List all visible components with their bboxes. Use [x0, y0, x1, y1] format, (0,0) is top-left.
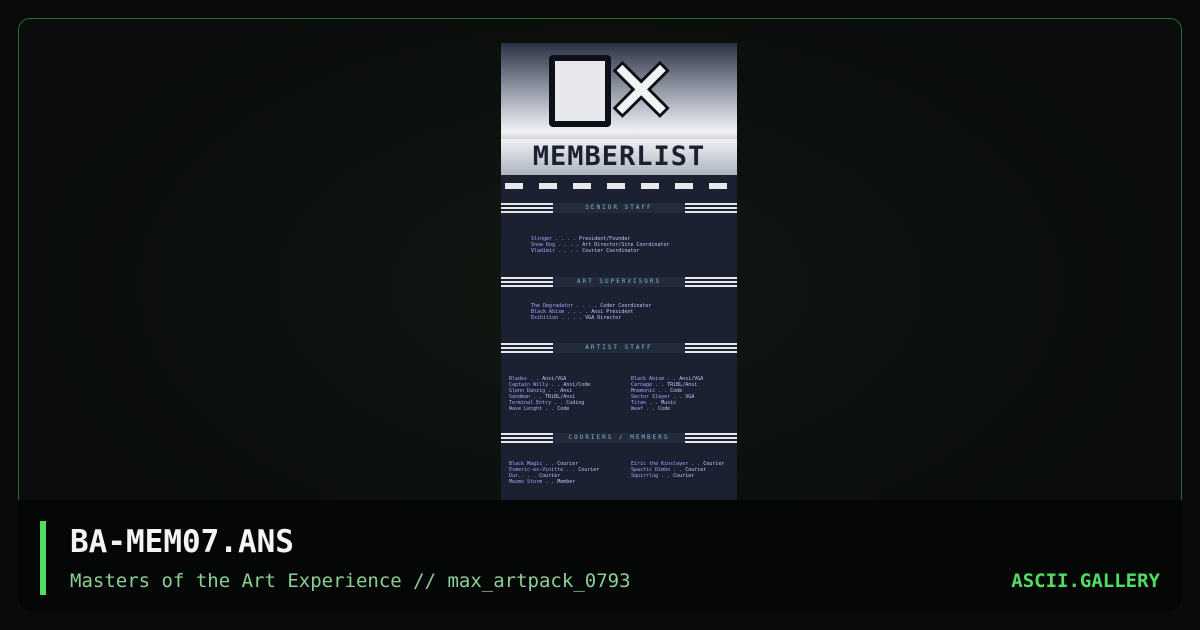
list-item: Squirrlog . . Courier — [631, 473, 695, 479]
pack-subtitle: Masters of the Art Experience // max_art… — [70, 570, 631, 592]
logo-a-glyph — [549, 55, 611, 127]
section-header-art-supervisors: ART SUPERVISORS — [501, 277, 737, 295]
roster-artist-staff-left: Blades . . Ansi/VGA Captain Willy . . Ans… — [509, 376, 590, 412]
roster-couriers-left: Black Magic . . Courier Esmeric-ex-Vinitt… — [509, 461, 599, 485]
list-item: Mezmo Storm . . Member — [509, 479, 576, 485]
roster-couriers-right: Eiric the Kinslayer . . Courier Spastic D… — [631, 461, 724, 479]
site-brand-link[interactable]: ASCII.GALLERY — [1011, 568, 1160, 594]
logo-x-glyph: ✕ — [606, 43, 677, 140]
dash-divider — [505, 183, 733, 189]
memberlist-wordmark: MEMBERLIST — [501, 139, 737, 175]
roster-artist-staff-right: Black Abism . . Ansi/VGA Carnage . . TRiB… — [631, 376, 703, 412]
ansi-artwork[interactable]: ✕ MEMBERLIST SENIOR STAFF Slinger . . . … — [501, 43, 737, 519]
section-header-senior-staff: SENIOR STAFF — [501, 203, 737, 221]
file-title: BA-MEM07.ANS — [70, 524, 294, 560]
section-header-couriers-members: COURIERS / MEMBERS — [501, 433, 737, 451]
accent-bar — [40, 521, 46, 595]
list-item: Exibition . . . . VGA Director — [531, 315, 622, 321]
section-header-artist-staff: ARTIST STAFF — [501, 343, 737, 361]
list-item: Wave Lenght . . Code — [509, 406, 570, 412]
caption-bar: BA-MEM07.ANS Masters of the Art Experien… — [18, 500, 1182, 612]
list-item: Vladimir . . . . Courier Coordinator — [531, 248, 640, 254]
roster-senior-staff: Slinger . . . . President/Founder Snow Do… — [531, 236, 670, 254]
roster-art-supervisors: The Degradator . . . . Coder Coordinator… — [531, 303, 651, 321]
list-item: Weaf . . Code — [631, 406, 671, 412]
